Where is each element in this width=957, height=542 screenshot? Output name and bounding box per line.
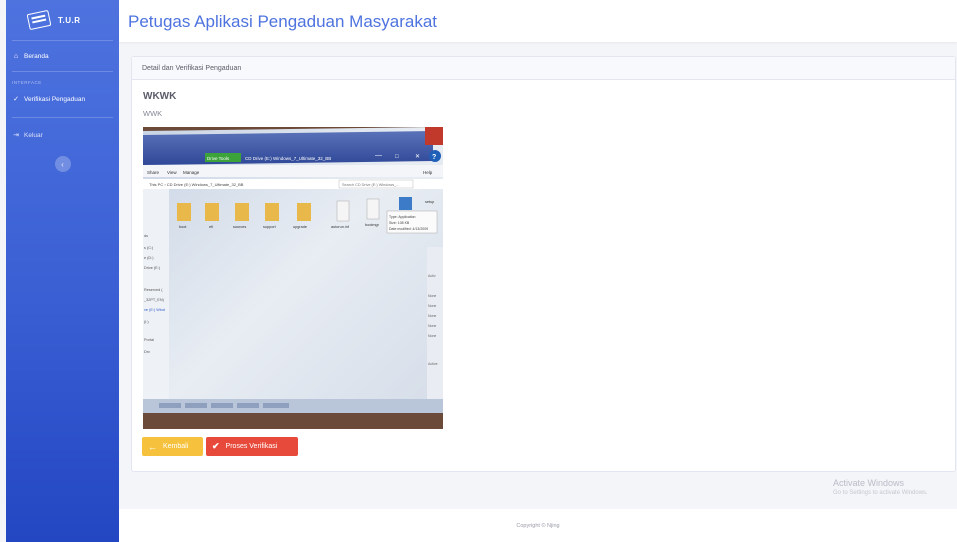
detail-card: Detail dan Verifikasi Pengaduan WKWK WWK	[131, 56, 956, 472]
photo-file-label: setup	[425, 200, 434, 204]
svg-text:None: None	[428, 304, 436, 308]
photo-address-bar: This PC › CD Drive (E:) Windows_7_Ultima…	[149, 182, 244, 187]
photo-ribbon: View	[167, 170, 177, 175]
verify-button-label: Proses Verifikasi	[225, 443, 278, 450]
sidebar-toggle-button[interactable]: ‹	[54, 156, 71, 172]
svg-text:None: None	[428, 324, 436, 328]
sidebar-item-label: Keluar	[24, 131, 43, 139]
svg-text:s (C:): s (C:)	[144, 246, 154, 250]
svg-text:Drv: Drv	[144, 350, 150, 354]
chevron-left-icon: ‹	[61, 159, 64, 169]
back-button[interactable]: ← Kembali	[142, 437, 203, 456]
svg-text:Portal: Portal	[144, 338, 154, 342]
photo-ribbon: Manage	[183, 170, 200, 175]
photo-help-icon: ?	[432, 154, 436, 161]
photo-file-label: bootmgr	[365, 223, 380, 227]
logout-icon: ⇥	[13, 132, 19, 139]
svg-text:Reserved (: Reserved (	[144, 288, 163, 292]
home-icon: ⌂	[13, 52, 19, 60]
check-icon: ✓	[13, 96, 19, 103]
photo-folder-label: efi	[209, 225, 213, 229]
photo-file-label: autorun.inf	[331, 225, 350, 229]
arrow-left-icon: ←	[148, 441, 157, 452]
topbar: Petugas Aplikasi Pengaduan Masyarakat	[119, 0, 957, 42]
photo-folder-label: boot	[179, 225, 187, 229]
photo-ribbon: Share	[147, 170, 160, 175]
svg-text:Drive (E:): Drive (E:)	[144, 266, 161, 270]
photo-tooltip-line: Type: Application	[389, 215, 416, 219]
photo-window-controls: —	[375, 152, 382, 159]
sidebar-item-verifikasi-pengaduan[interactable]: ✓ Verifikasi Pengaduan	[6, 87, 119, 111]
brand[interactable]: T.U.R	[6, 0, 119, 40]
check-icon: ✔	[212, 441, 220, 451]
sidebar: T.U.R ⌂ Beranda INTERFACE ✓ Verifikasi P…	[6, 0, 119, 542]
svg-text:None: None	[428, 294, 436, 298]
photo-window-title: CD Drive (E:) Windows_7_Ultimate_32_BB	[245, 156, 331, 161]
svg-text:None: None	[428, 314, 436, 318]
sidebar-item-beranda[interactable]: ⌂ Beranda	[6, 41, 119, 71]
back-button-label: Kembali	[163, 443, 189, 450]
photo-help-label: Help	[423, 170, 433, 175]
sidebar-item-keluar[interactable]: ⇥ Keluar	[6, 118, 119, 152]
keyboard-icon	[26, 9, 52, 31]
svg-text:Activ: Activ	[428, 274, 436, 278]
sidebar-heading: INTERFACE	[12, 80, 42, 85]
svg-text:e (D:): e (D:)	[144, 256, 154, 260]
svg-text:Active: Active	[428, 362, 438, 366]
card-header: Detail dan Verifikasi Pengaduan	[132, 57, 955, 80]
photo-window-controls: ✕	[415, 154, 420, 160]
report-photo: Drive Tools CD Drive (E:) Windows_7_Ulti…	[143, 127, 443, 429]
activate-windows-subtitle: Go to Settings to activate Windows.	[833, 490, 928, 496]
sidebar-item-label: Beranda	[24, 52, 49, 60]
photo-search-box: Search CD Drive (E:) Windows_...	[342, 183, 399, 187]
brand-name: T.U.R	[58, 15, 81, 25]
photo-folder-label: upgrade	[293, 225, 307, 229]
footer: Copyright © Njing	[119, 509, 957, 542]
photo-tooltip-line: Date modified: 4/13/2009	[389, 227, 428, 231]
svg-text:ds: ds	[144, 234, 148, 238]
svg-text:ve (E:) Wind: ve (E:) Wind	[144, 308, 165, 312]
photo-folder-label: sources	[233, 225, 246, 229]
photo-window-controls: □	[395, 154, 399, 160]
activate-windows-title: Activate Windows	[833, 478, 905, 488]
photo-folder-label: support	[263, 225, 277, 229]
svg-text:_32PT_EN): _32PT_EN)	[143, 298, 165, 302]
report-title: WKWK	[143, 91, 177, 102]
svg-text:(I:): (I:)	[144, 320, 149, 324]
report-photo-drawing: Drive Tools CD Drive (E:) Windows_7_Ulti…	[143, 127, 443, 429]
sidebar-item-label: Verifikasi Pengaduan	[24, 95, 86, 103]
page-title: Petugas Aplikasi Pengaduan Masyarakat	[128, 12, 438, 31]
report-body: WWK	[143, 109, 163, 118]
photo-tooltip-line: Size: 108 KB	[389, 221, 410, 225]
svg-text:None: None	[428, 334, 436, 338]
copyright-text: Copyright © Njing	[516, 522, 560, 529]
photo-tab-tools: Drive Tools	[207, 156, 230, 161]
verify-button[interactable]: ✔ Proses Verifikasi	[206, 437, 298, 456]
